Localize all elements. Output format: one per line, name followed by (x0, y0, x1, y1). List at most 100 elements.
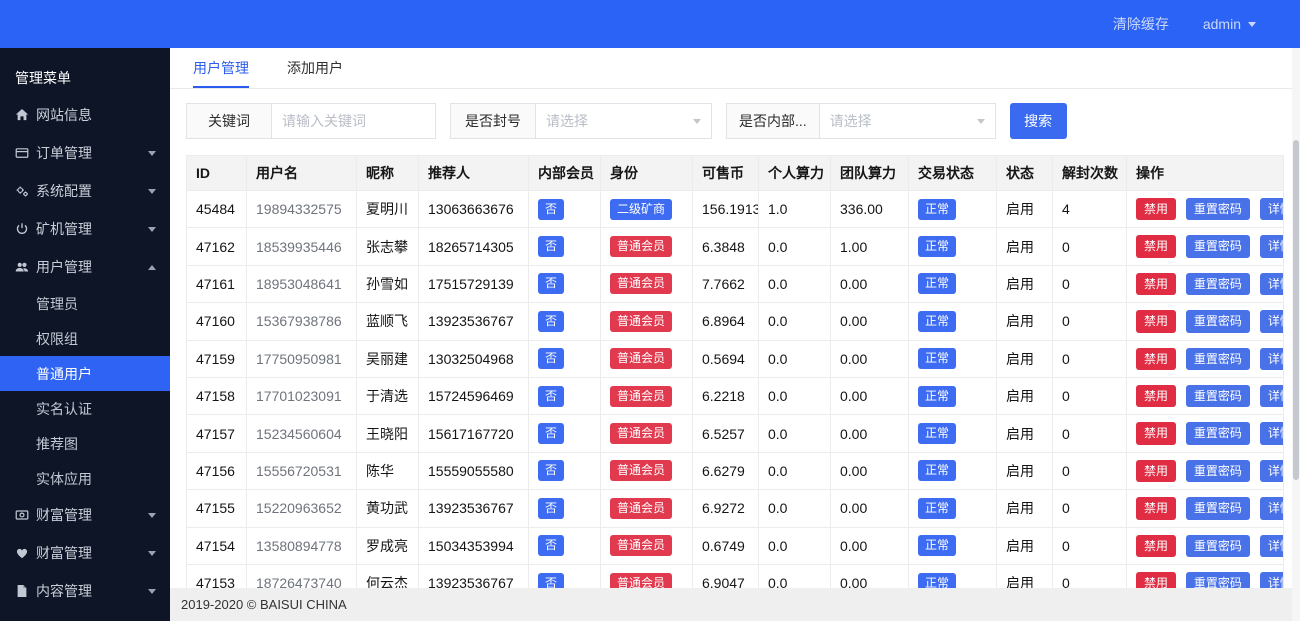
sidebar-subitem[interactable]: 管理员 (0, 286, 170, 321)
cell-team-power: 0.00 (831, 452, 909, 489)
detail-button[interactable]: 详情 (1260, 273, 1284, 295)
sidebar-item-users[interactable]: 用户管理 (0, 248, 170, 286)
cell-username: 17701023091 (247, 377, 357, 414)
cell-personal-power: 0.0 (759, 377, 831, 414)
cell-status: 启用 (997, 452, 1053, 489)
detail-button[interactable]: 详情 (1260, 535, 1284, 557)
sidebar-item-heart[interactable]: 财富管理 (0, 534, 170, 572)
cell-nickname: 罗成亮 (357, 527, 419, 564)
reset-password-button[interactable]: 重置密码 (1186, 235, 1250, 257)
sidebar-subitem[interactable]: 推荐图 (0, 426, 170, 461)
detail-button[interactable]: 详情 (1260, 460, 1284, 482)
internal-badge: 否 (538, 535, 564, 556)
detail-button[interactable]: 详情 (1260, 422, 1284, 444)
sidebar-item-power[interactable]: 矿机管理 (0, 210, 170, 248)
scrollbar-thumb[interactable] (1293, 140, 1299, 480)
sidebar-item-document[interactable]: 内容管理 (0, 572, 170, 610)
clear-cache-link[interactable]: 清除缓存 (1113, 14, 1169, 34)
cell-internal: 否 (529, 191, 601, 228)
gears-icon (14, 184, 29, 199)
identity-badge: 普通会员 (610, 423, 672, 444)
detail-button[interactable]: 详情 (1260, 235, 1284, 257)
cell-unban-count: 0 (1053, 452, 1127, 489)
cell-trade-status: 正常 (909, 265, 997, 302)
cell-username: 17750950981 (247, 340, 357, 377)
cell-trade-status: 正常 (909, 490, 997, 527)
disable-button[interactable]: 禁用 (1136, 422, 1176, 444)
cell-team-power: 0.00 (831, 415, 909, 452)
ban-filter-group: 是否封号 请选择 (450, 103, 712, 139)
disable-button[interactable]: 禁用 (1136, 310, 1176, 332)
disable-button[interactable]: 禁用 (1136, 198, 1176, 220)
cell-id: 45484 (187, 191, 247, 228)
sidebar-item-gears[interactable]: 系统配置 (0, 172, 170, 210)
cell-actions: 禁用 重置密码 详情 (1127, 452, 1284, 489)
keyword-input[interactable] (271, 103, 436, 139)
sidebar-subitem[interactable]: 实名认证 (0, 391, 170, 426)
sidebar-subitem[interactable]: 普通用户 (0, 356, 170, 391)
table-row: 47159 17750950981 吴丽建 13032504968 否 普通会员… (187, 340, 1284, 377)
disable-button[interactable]: 禁用 (1136, 348, 1176, 370)
cell-trade-status: 正常 (909, 452, 997, 489)
table-row: 45484 19894332575 夏明川 13063663676 否 二级矿商… (187, 191, 1284, 228)
reset-password-button[interactable]: 重置密码 (1186, 497, 1250, 519)
power-icon (14, 222, 29, 237)
cell-nickname: 陈华 (357, 452, 419, 489)
reset-password-button[interactable]: 重置密码 (1186, 460, 1250, 482)
scrollbar-track[interactable] (1292, 48, 1300, 621)
reset-password-button[interactable]: 重置密码 (1186, 535, 1250, 557)
identity-badge: 普通会员 (610, 386, 672, 407)
detail-button[interactable]: 详情 (1260, 198, 1284, 220)
tab-1[interactable]: 添加用户 (287, 48, 343, 88)
cell-team-power: 1.00 (831, 228, 909, 265)
reset-password-button[interactable]: 重置密码 (1186, 310, 1250, 332)
sidebar-item-orders[interactable]: 订单管理 (0, 134, 170, 172)
chevron-down-icon (148, 513, 156, 518)
sidebar-item-home[interactable]: 网站信息 (0, 96, 170, 134)
cell-nickname: 张志攀 (357, 228, 419, 265)
column-header: 交易状态 (909, 156, 997, 191)
identity-badge: 普通会员 (610, 311, 672, 332)
sidebar-item-money[interactable]: 财富管理 (0, 496, 170, 534)
cell-status: 启用 (997, 303, 1053, 340)
identity-badge: 普通会员 (610, 460, 672, 481)
cell-trade-status: 正常 (909, 377, 997, 414)
sidebar-subitem[interactable]: 权限组 (0, 321, 170, 356)
cell-personal-power: 0.0 (759, 228, 831, 265)
detail-button[interactable]: 详情 (1260, 385, 1284, 407)
table-row: 47158 17701023091 于清选 15724596469 否 普通会员… (187, 377, 1284, 414)
reset-password-button[interactable]: 重置密码 (1186, 385, 1250, 407)
column-header: 可售币 (693, 156, 759, 191)
column-header: 个人算力 (759, 156, 831, 191)
internal-select[interactable]: 请选择 (819, 103, 996, 139)
table-row: 47162 18539935446 张志攀 18265714305 否 普通会员… (187, 228, 1284, 265)
detail-button[interactable]: 详情 (1260, 497, 1284, 519)
ban-select[interactable]: 请选择 (535, 103, 712, 139)
cell-username: 15556720531 (247, 452, 357, 489)
sidebar-subitem-label: 推荐图 (36, 434, 78, 454)
disable-button[interactable]: 禁用 (1136, 273, 1176, 295)
reset-password-button[interactable]: 重置密码 (1186, 273, 1250, 295)
disable-button[interactable]: 禁用 (1136, 497, 1176, 519)
money-icon (14, 508, 29, 523)
cell-id: 47159 (187, 340, 247, 377)
sidebar-item-wrench[interactable]: 扩展管理 (0, 610, 170, 621)
disable-button[interactable]: 禁用 (1136, 535, 1176, 557)
tab-bar: 用户管理添加用户 (170, 48, 1300, 89)
reset-password-button[interactable]: 重置密码 (1186, 348, 1250, 370)
search-button[interactable]: 搜索 (1010, 103, 1067, 139)
disable-button[interactable]: 禁用 (1136, 460, 1176, 482)
sidebar-subitem[interactable]: 实体应用 (0, 461, 170, 496)
user-menu[interactable]: admin (1203, 16, 1256, 32)
reset-password-button[interactable]: 重置密码 (1186, 198, 1250, 220)
keyword-label: 关键词 (186, 103, 271, 139)
tab-0[interactable]: 用户管理 (193, 48, 249, 88)
detail-button[interactable]: 详情 (1260, 348, 1284, 370)
detail-button[interactable]: 详情 (1260, 310, 1284, 332)
disable-button[interactable]: 禁用 (1136, 385, 1176, 407)
disable-button[interactable]: 禁用 (1136, 235, 1176, 257)
cell-coin: 6.8964 (693, 303, 759, 340)
topbar: 清除缓存 admin (0, 0, 1300, 48)
sidebar-subitem-label: 管理员 (36, 294, 78, 314)
reset-password-button[interactable]: 重置密码 (1186, 422, 1250, 444)
